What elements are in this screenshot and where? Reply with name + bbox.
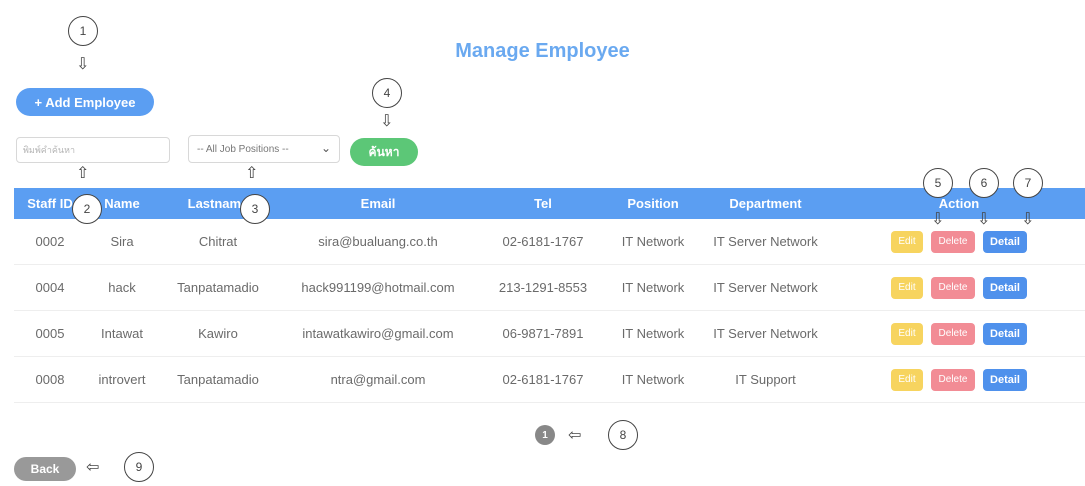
callout-4: 4: [372, 78, 402, 108]
callout-5: 5: [923, 168, 953, 198]
callout-2: 2: [72, 194, 102, 224]
cell-staff-id: 0004: [14, 264, 86, 311]
cell-email: ntra@gmail.com: [278, 356, 478, 403]
cell-tel: 06-9871-7891: [478, 310, 608, 357]
cell-position: IT Network: [608, 356, 698, 403]
table-row: 0008 introvert Tanpatamadio ntra@gmail.c…: [14, 356, 1085, 403]
arrow-up-icon: ⇧: [245, 165, 259, 182]
header-position: Position: [608, 188, 698, 219]
arrow-left-icon: ⇦: [86, 459, 100, 476]
edit-button[interactable]: Edit: [891, 276, 923, 299]
add-employee-button[interactable]: + Add Employee: [16, 88, 154, 116]
detail-button[interactable]: Detail: [983, 322, 1027, 345]
cell-department: IT Server Network: [698, 219, 833, 265]
header-tel: Tel: [478, 188, 608, 219]
cell-position: IT Network: [608, 264, 698, 311]
arrow-down-icon: ⇩: [76, 56, 90, 73]
cell-department: IT Support: [698, 356, 833, 403]
detail-button[interactable]: Detail: [983, 230, 1027, 253]
arrow-down-icon: ⇩: [380, 113, 394, 130]
callout-1: 1: [68, 16, 98, 46]
cell-lastname: Kawiro: [158, 310, 278, 357]
back-button[interactable]: Back: [14, 457, 76, 481]
delete-button[interactable]: Delete: [931, 276, 975, 299]
page-title: Manage Employee: [455, 40, 630, 62]
header-department: Department: [698, 188, 833, 219]
arrow-up-icon: ⇧: [76, 165, 90, 182]
pagination-page-button[interactable]: 1: [535, 425, 555, 445]
cell-actions: Edit Delete Detail: [833, 219, 1085, 265]
delete-button[interactable]: Delete: [931, 322, 975, 345]
cell-department: IT Server Network: [698, 310, 833, 357]
table-row: 0005 Intawat Kawiro intawatkawiro@gmail.…: [14, 310, 1085, 357]
cell-position: IT Network: [608, 310, 698, 357]
cell-name: Intawat: [86, 310, 158, 357]
delete-button[interactable]: Delete: [931, 368, 975, 391]
arrow-down-icon: ⇩: [931, 211, 945, 228]
cell-lastname: Chitrat: [158, 219, 278, 265]
cell-actions: Edit Delete Detail: [833, 264, 1085, 311]
job-position-select[interactable]: -- All Job Positions -- ⌄: [188, 135, 340, 163]
table-header-row: Staff ID Name Lastname Email Tel Positio…: [14, 188, 1085, 219]
cell-tel: 213-1291-8553: [478, 264, 608, 311]
cell-name: introvert: [86, 356, 158, 403]
callout-6: 6: [969, 168, 999, 198]
header-email: Email: [278, 188, 478, 219]
cell-email: hack991199@hotmail.com: [278, 264, 478, 311]
cell-tel: 02-6181-1767: [478, 356, 608, 403]
cell-name: Sira: [86, 219, 158, 265]
arrow-down-icon: ⇩: [1021, 211, 1035, 228]
header-action: Action: [833, 188, 1085, 219]
search-input[interactable]: [16, 137, 170, 163]
cell-actions: Edit Delete Detail: [833, 310, 1085, 357]
edit-button[interactable]: Edit: [891, 368, 923, 391]
chevron-down-icon: ⌄: [320, 141, 331, 155]
callout-7: 7: [1013, 168, 1043, 198]
edit-button[interactable]: Edit: [891, 322, 923, 345]
callout-9: 9: [124, 452, 154, 482]
arrow-left-icon: ⇦: [568, 427, 582, 444]
delete-button[interactable]: Delete: [931, 230, 975, 253]
cell-staff-id: 0005: [14, 310, 86, 357]
cell-position: IT Network: [608, 219, 698, 265]
detail-button[interactable]: Detail: [983, 368, 1027, 391]
cell-department: IT Server Network: [698, 264, 833, 311]
cell-email: sira@bualuang.co.th: [278, 219, 478, 265]
cell-name: hack: [86, 264, 158, 311]
cell-staff-id: 0008: [14, 356, 86, 403]
table-row: 0004 hack Tanpatamadio hack991199@hotmai…: [14, 264, 1085, 311]
cell-staff-id: 0002: [14, 219, 86, 265]
cell-lastname: Tanpatamadio: [158, 264, 278, 311]
cell-actions: Edit Delete Detail: [833, 356, 1085, 403]
table-row: 0002 Sira Chitrat sira@bualuang.co.th 02…: [14, 219, 1085, 265]
callout-8: 8: [608, 420, 638, 450]
arrow-down-icon: ⇩: [977, 211, 991, 228]
edit-button[interactable]: Edit: [891, 230, 923, 253]
cell-lastname: Tanpatamadio: [158, 356, 278, 403]
detail-button[interactable]: Detail: [983, 276, 1027, 299]
cell-tel: 02-6181-1767: [478, 219, 608, 265]
search-button[interactable]: ค้นหา: [350, 138, 418, 166]
cell-email: intawatkawiro@gmail.com: [278, 310, 478, 357]
job-position-select-value: -- All Job Positions --: [197, 143, 289, 155]
employee-table: Staff ID Name Lastname Email Tel Positio…: [14, 188, 1085, 403]
callout-3: 3: [240, 194, 270, 224]
